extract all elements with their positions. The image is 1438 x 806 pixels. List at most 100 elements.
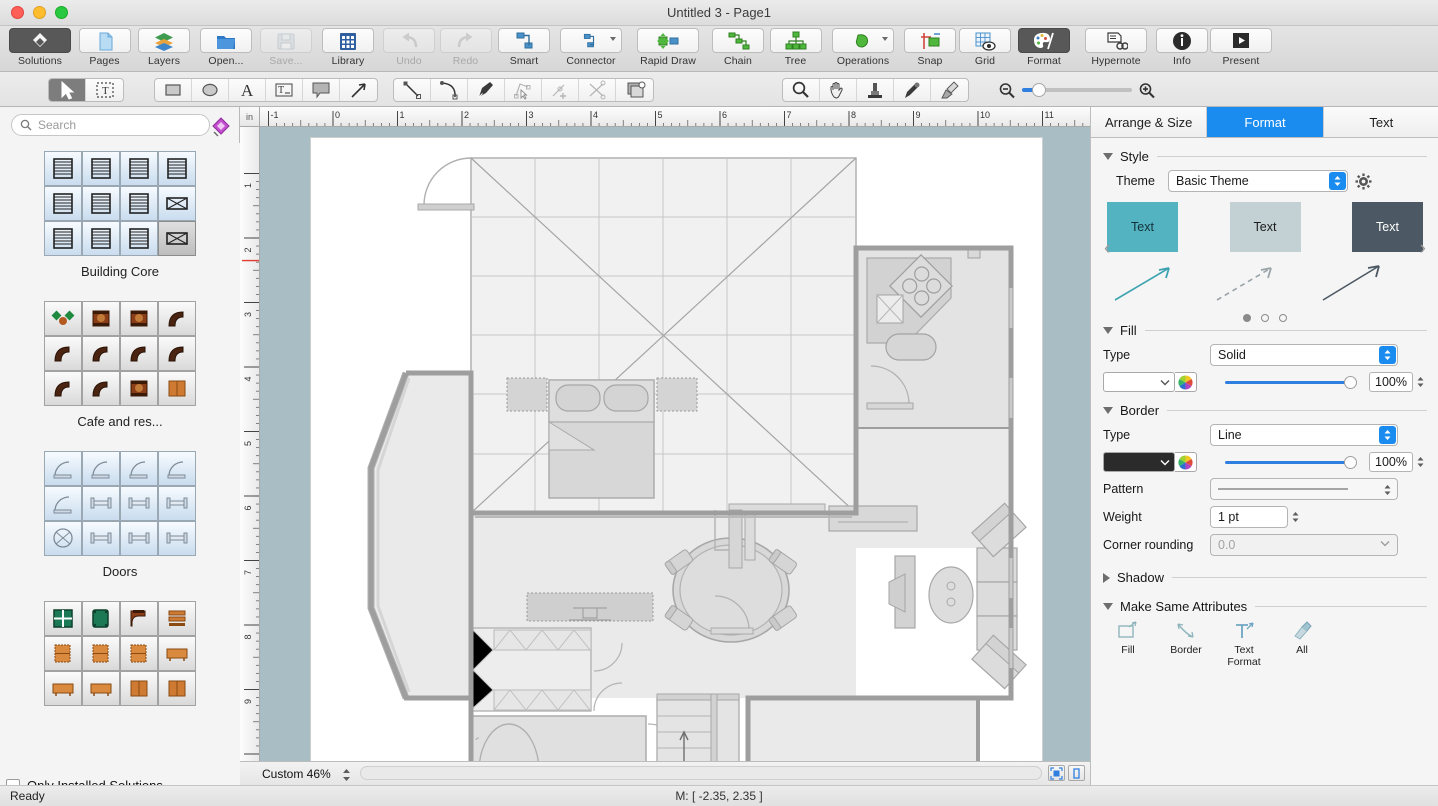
toolbar-button-present[interactable]: Present [1207,26,1275,72]
pen-tool[interactable] [468,79,505,101]
stamp-tool[interactable] [857,79,894,101]
shape-door-opening-1[interactable] [82,521,120,556]
fill-opacity-stepper-icon[interactable] [1413,372,1428,392]
floor-plan-drawing[interactable]: up [311,138,1042,761]
tab-arrange-size[interactable]: Arrange & Size [1091,107,1207,137]
drawing-canvas[interactable]: up [260,127,1090,761]
disclosure-triangle-icon[interactable] [1103,153,1113,160]
shape-door-opening-2[interactable] [120,521,158,556]
shape-stair-straight-diag[interactable] [158,151,196,186]
shape-desk-l-shape[interactable] [120,601,158,636]
shape-stair-straight-rail[interactable] [44,151,82,186]
border-opacity-slider[interactable] [1225,461,1351,464]
toolbar-button-grid[interactable]: Grid [957,26,1013,72]
shape-window-green[interactable] [44,601,82,636]
border-section-header[interactable]: Border [1103,403,1438,418]
shape-stair-l-turn[interactable] [82,186,120,221]
zoom-slider[interactable] [1022,88,1132,92]
fill-opacity-knob[interactable] [1344,376,1357,389]
shape-cabinet-orange-2[interactable] [82,636,120,671]
line-tool[interactable] [394,79,431,101]
shape-door-opening-3[interactable] [158,521,196,556]
shape-stair-narrow[interactable] [44,186,82,221]
shape-corner-bar-left[interactable] [158,301,196,336]
toolbar-button-operations[interactable]: Operations [823,26,903,72]
toolbar-button-pages[interactable]: Pages [76,26,133,72]
theme-swatch-1[interactable]: Text [1230,202,1301,252]
shape-round-table-chairs[interactable] [120,371,158,406]
text-tool[interactable]: A [229,79,266,101]
ruler-unit-label[interactable]: in [240,107,260,127]
shape-bar-corner-4[interactable] [158,336,196,371]
horizontal-ruler[interactable]: -101234567891011 [260,107,1090,127]
toolbar-button-layers[interactable]: Layers [133,26,195,72]
border-opacity-stepper-icon[interactable] [1413,452,1428,472]
fill-section-header[interactable]: Fill [1103,323,1438,338]
search-input[interactable]: Search [11,114,210,136]
fit-page-icon[interactable] [1048,765,1065,781]
border-color-wheel-icon[interactable] [1175,452,1197,472]
shape-round-counter2[interactable] [120,301,158,336]
shape-sofa-orange-2[interactable] [82,671,120,706]
chevron-right-icon[interactable]: › [1420,238,1426,260]
shape-plant-group[interactable] [44,301,82,336]
shape-sofa-orange-1[interactable] [44,671,82,706]
fill-color-well[interactable] [1103,372,1175,392]
add-node-tool[interactable] [542,79,579,101]
shape-door-sliding[interactable] [158,486,196,521]
pointer-tool[interactable] [49,79,86,101]
tab-format[interactable]: Format [1207,107,1323,137]
shape-escalator[interactable] [120,221,158,256]
toolbar-button-snap[interactable]: Snap [903,26,957,72]
shape-door-s-swing[interactable] [44,486,82,521]
shape-door-double-arc[interactable] [158,451,196,486]
shape-bar-u-shape[interactable] [44,371,82,406]
shape-door-single-swing[interactable] [44,451,82,486]
tab-text[interactable]: Text [1324,107,1438,137]
shape-cabinet-orange-3[interactable] [120,636,158,671]
fill-opacity-slider[interactable] [1225,381,1351,384]
zoom-tool[interactable] [783,79,820,101]
toolbar-button-open[interactable]: Open... [195,26,257,72]
theme-swatch-0[interactable]: Text [1107,202,1178,252]
shape-stacked-table[interactable] [158,601,196,636]
border-type-select[interactable]: Line [1210,424,1398,446]
horizontal-scrollbar[interactable] [360,766,1042,780]
theme-page-dots[interactable] [1107,314,1423,322]
border-color-well[interactable] [1103,452,1175,472]
disclosure-triangle-icon[interactable] [1103,573,1110,583]
shape-pool-table[interactable] [82,601,120,636]
chevron-left-icon[interactable]: ‹ [1104,238,1110,260]
shape-door-arc-dashed[interactable] [82,451,120,486]
style-section-header[interactable]: Style [1103,149,1438,164]
shape-elevator-x[interactable] [158,221,196,256]
toolbar-button-rapid-draw[interactable]: Rapid Draw [628,26,708,72]
border-pattern-select[interactable] [1210,478,1398,500]
rectangle-tool[interactable] [155,79,192,101]
arrow-line-tool[interactable] [340,79,377,101]
toolbar-button-connector[interactable]: Connector [554,26,628,72]
toolbar-button-hypernote[interactable]: Hypernote [1075,26,1157,72]
shape-groups-scroll[interactable]: Building CoreCafe and res...Doors [0,143,240,775]
text-box-tool[interactable]: T [266,79,303,101]
callout-tool[interactable] [303,79,340,101]
zoom-level-combo[interactable]: Custom 46% [262,765,354,783]
theme-swatch-2[interactable]: Text [1352,202,1423,252]
toolbar-button-solutions[interactable]: Solutions [4,26,76,72]
border-weight-stepper-icon[interactable] [1288,507,1303,527]
zoom-in-icon[interactable] [1137,81,1157,100]
library-pin-icon[interactable] [210,117,232,137]
shape-bar-corner-3[interactable] [120,336,158,371]
vertical-ruler[interactable]: 12345678910 [240,127,260,761]
border-weight-input[interactable]: 1 pt [1210,506,1288,528]
page-dot-1[interactable] [1261,314,1269,322]
hand-tool[interactable] [820,79,857,101]
disclosure-triangle-icon[interactable] [1103,603,1113,610]
page-dot-0[interactable] [1243,314,1251,322]
disclosure-triangle-icon[interactable] [1103,407,1113,414]
fill-type-stepper-icon[interactable] [1379,346,1396,364]
toolbar-button-tree[interactable]: Tree [768,26,823,72]
shadow-section-header[interactable]: Shadow [1103,570,1438,585]
zoom-stepper-icon[interactable] [341,767,352,783]
border-opacity-value[interactable]: 100% [1369,452,1413,472]
